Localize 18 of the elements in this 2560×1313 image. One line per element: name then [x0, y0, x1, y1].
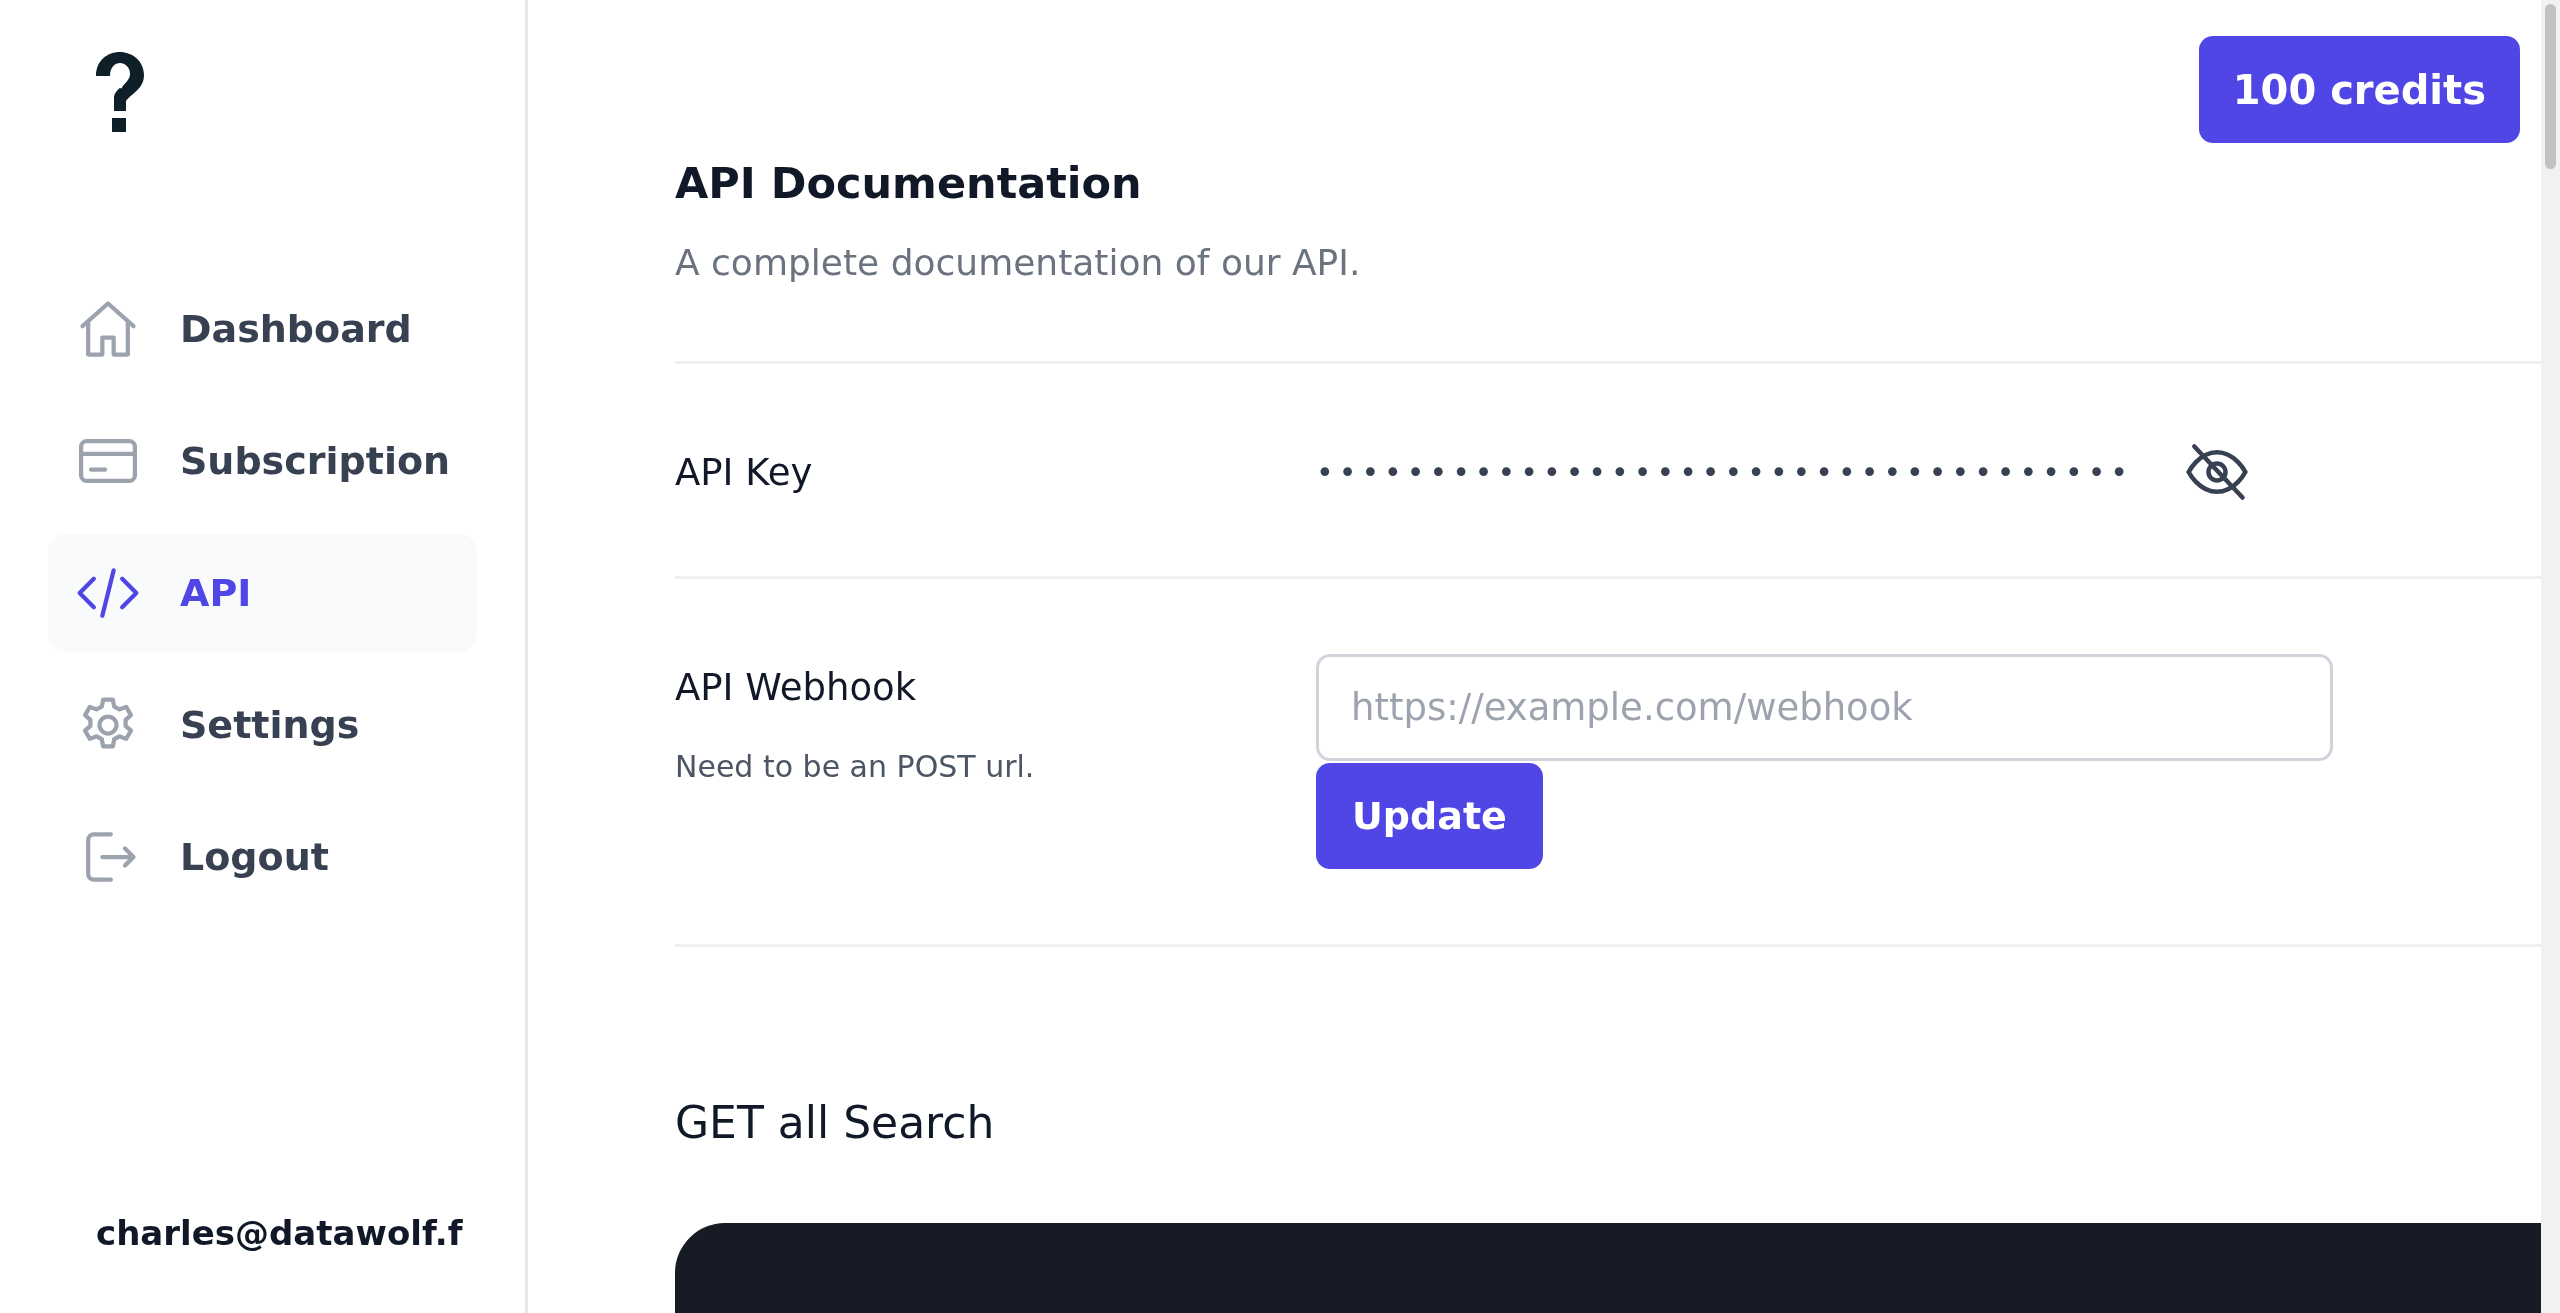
- scrollbar-thumb[interactable]: [2545, 4, 2556, 169]
- user-email: charles@datawolf.f: [96, 1213, 463, 1253]
- webhook-hint: Need to be an POST url.: [675, 749, 1036, 784]
- page-subtitle: A complete documentation of our API.: [675, 242, 1362, 283]
- endpoint-title: GET all Search: [675, 1097, 996, 1148]
- credits-button[interactable]: 100 credits: [2198, 36, 2520, 143]
- scrollbar[interactable]: [2541, 0, 2560, 1313]
- webhook-label: API Webhook: [675, 666, 918, 709]
- update-button[interactable]: Update: [1316, 763, 1543, 869]
- sidebar-item[interactable]: Subscription: [48, 402, 477, 520]
- sidebar-item[interactable]: Settings: [48, 666, 477, 784]
- sidebar-item[interactable]: Logout: [48, 798, 477, 916]
- sidebar-item[interactable]: Dashboard: [48, 270, 477, 388]
- api-key-label: API Key: [675, 450, 814, 494]
- api-key-value: ••••••••••••••••••••••••••••••••••••: [1316, 454, 2134, 490]
- sidebar-item[interactable]: API: [48, 534, 477, 652]
- page-title: API Documentation: [675, 158, 1143, 208]
- webhook-url-field[interactable]: https://example.com/webhook: [1316, 654, 2333, 761]
